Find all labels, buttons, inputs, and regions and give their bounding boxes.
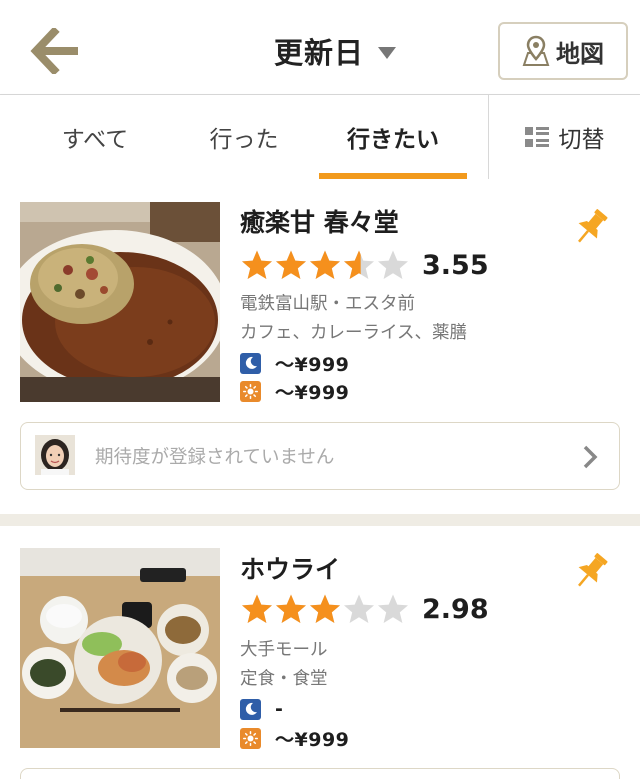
expectation-row-peek[interactable] xyxy=(20,768,620,779)
view-toggle-button[interactable]: 切替 xyxy=(489,95,640,179)
filter-tabs: すべて 行った 行きたい 切替 xyxy=(0,95,640,179)
sun-icon xyxy=(240,380,261,402)
sort-dropdown[interactable]: 更新日 xyxy=(274,30,397,72)
dinner-price: - xyxy=(275,698,284,720)
rating: 2.98 xyxy=(240,593,489,625)
card-separator xyxy=(0,514,640,526)
star-icon xyxy=(378,594,408,623)
tab-all[interactable]: すべて xyxy=(20,95,170,179)
avatar xyxy=(35,435,75,475)
pin-icon[interactable] xyxy=(570,550,612,592)
restaurant-name[interactable]: ホウライ xyxy=(240,550,340,586)
dinner-price-row: 〜¥999 xyxy=(240,350,349,376)
star-icon xyxy=(276,594,306,623)
caret-down-icon xyxy=(378,46,397,59)
restaurant-genre: 定食・食堂 xyxy=(240,669,328,689)
pin-icon[interactable] xyxy=(570,206,612,248)
rating-score: 2.98 xyxy=(422,593,489,625)
lunch-price-row: 〜¥999 xyxy=(240,378,349,404)
sun-icon xyxy=(240,727,261,749)
restaurant-meta: 電鉄富山駅・エスタ前 カフェ、カレーライス、薬膳 xyxy=(240,290,467,348)
sort-label: 更新日 xyxy=(274,36,365,70)
restaurant-photo[interactable] xyxy=(20,548,220,748)
restaurant-photo[interactable] xyxy=(20,202,220,402)
lunch-price-row: 〜¥999 xyxy=(240,725,349,751)
restaurant-name[interactable]: 癒楽甘 春々堂 xyxy=(240,203,399,239)
star-icon xyxy=(310,594,340,623)
moon-icon xyxy=(240,698,261,720)
expectation-row[interactable]: 期待度が登録されていません xyxy=(20,422,620,490)
star-rating xyxy=(240,249,410,281)
map-button-label: 地図 xyxy=(556,39,604,68)
view-toggle-label: 切替 xyxy=(558,127,605,153)
map-button[interactable]: 地図 xyxy=(498,22,628,80)
rating-score: 3.55 xyxy=(422,249,489,281)
moon-icon xyxy=(240,352,261,374)
star-icon xyxy=(344,594,374,623)
expectation-text: 期待度が登録されていません xyxy=(95,447,335,468)
lunch-price: 〜¥999 xyxy=(275,728,350,751)
restaurant-meta: 大手モール 定食・食堂 xyxy=(240,636,328,694)
star-icon xyxy=(242,250,272,279)
tab-want-to-go[interactable]: 行きたい xyxy=(318,95,468,179)
restaurant-card[interactable]: 癒楽甘 春々堂 3.55 電鉄富山駅・エスタ前 カフェ、カレーライス、薬膳 〜¥… xyxy=(0,179,640,514)
map-pin-icon xyxy=(522,35,550,67)
back-arrow-icon[interactable] xyxy=(30,26,82,76)
star-rating xyxy=(240,593,410,625)
star-icon xyxy=(310,250,340,279)
rating: 3.55 xyxy=(240,249,489,281)
restaurant-card[interactable]: ホウライ 2.98 大手モール 定食・食堂 - 〜¥999 xyxy=(0,526,640,779)
restaurant-genre: カフェ、カレーライス、薬膳 xyxy=(240,323,467,343)
star-icon xyxy=(344,250,374,279)
tab-visited[interactable]: 行った xyxy=(170,95,318,179)
chevron-right-icon xyxy=(579,444,601,470)
star-icon xyxy=(276,250,306,279)
dinner-price: 〜¥999 xyxy=(275,353,350,376)
star-icon xyxy=(242,594,272,623)
restaurant-area: 大手モール xyxy=(240,640,328,660)
app-header: 更新日 地図 xyxy=(0,0,640,95)
lunch-price: 〜¥999 xyxy=(275,381,350,404)
star-icon xyxy=(378,250,408,279)
dinner-price-row: - xyxy=(240,696,283,722)
list-view-icon xyxy=(524,127,549,147)
restaurant-area: 電鉄富山駅・エスタ前 xyxy=(240,294,415,314)
